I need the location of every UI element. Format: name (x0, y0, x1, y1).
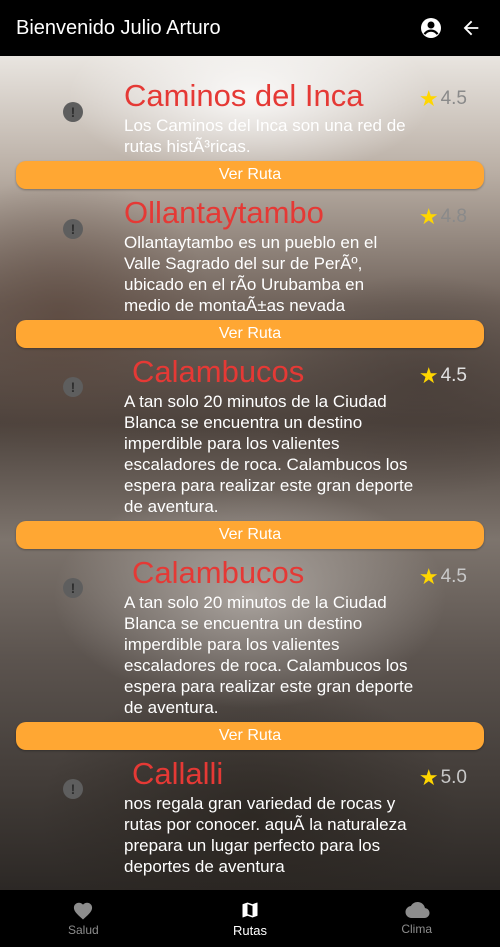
map-icon (242, 902, 258, 917)
app-bar: Bienvenido Julio Arturo (0, 0, 500, 56)
star-icon: ★ (418, 363, 439, 388)
star-icon: ★ (418, 86, 439, 111)
rating-value: 4.8 (440, 206, 467, 227)
route-name: Ollantaytambo (124, 195, 324, 230)
nav-label: Clima (401, 922, 433, 936)
rating-value: 5.0 (440, 767, 467, 788)
star-icon: ★ (418, 204, 439, 229)
view-route-button[interactable]: Ver Ruta (16, 161, 484, 189)
route-description: A tan solo 20 minutos de la Ciudad Blanc… (124, 392, 414, 516)
bottom-navigation: Salud Rutas Clima (0, 890, 500, 947)
nav-item-rutas[interactable]: Rutas (167, 890, 334, 947)
route-name: Calambucos (132, 354, 305, 389)
nav-item-clima[interactable]: Clima (333, 890, 500, 947)
route-rating: ★ 5.0 (419, 767, 467, 789)
rating-value: 4.5 (440, 566, 467, 587)
nav-item-salud[interactable]: Salud (0, 890, 167, 947)
route-rating: ★ 4.5 (419, 365, 467, 387)
route-name: Caminos del Inca (124, 78, 364, 113)
routes-list[interactable]: ! Caminos del Inca ★ 4.5 Los Caminos del… (0, 56, 500, 890)
alert-icon: ! (63, 102, 83, 122)
nav-label: Rutas (233, 922, 267, 938)
route-rating: ★ 4.5 (419, 88, 467, 110)
alert-icon: ! (63, 377, 83, 397)
route-description: A tan solo 20 minutos de la Ciudad Blanc… (124, 593, 414, 717)
view-route-button[interactable]: Ver Ruta (16, 722, 484, 750)
rating-value: 4.5 (440, 88, 467, 109)
route-name: Calambucos (132, 555, 305, 590)
alert-icon: ! (63, 219, 83, 239)
welcome-title: Bienvenido Julio Arturo (16, 16, 221, 39)
route-description: Los Caminos del Inca son una red de ruta… (124, 116, 406, 156)
alert-icon: ! (63, 578, 83, 598)
account-circle-icon[interactable] (416, 13, 446, 43)
route-description: Ollantaytambo es un pueblo en el Valle S… (124, 233, 378, 315)
route-name: Callalli (132, 756, 224, 791)
cloud-icon (405, 902, 430, 918)
rating-value: 4.5 (440, 365, 467, 386)
route-description: nos regala gran variedad de rocas y ruta… (124, 794, 407, 876)
view-route-button[interactable]: Ver Ruta (16, 320, 484, 348)
heart-icon (74, 902, 93, 920)
route-rating: ★ 4.8 (419, 206, 467, 228)
alert-icon: ! (63, 779, 83, 799)
view-route-button[interactable]: Ver Ruta (16, 521, 484, 549)
arrow-back-icon[interactable] (456, 13, 486, 43)
star-icon: ★ (418, 564, 439, 589)
star-icon: ★ (418, 765, 439, 790)
route-rating: ★ 4.5 (419, 566, 467, 588)
nav-label: Salud (67, 923, 99, 937)
